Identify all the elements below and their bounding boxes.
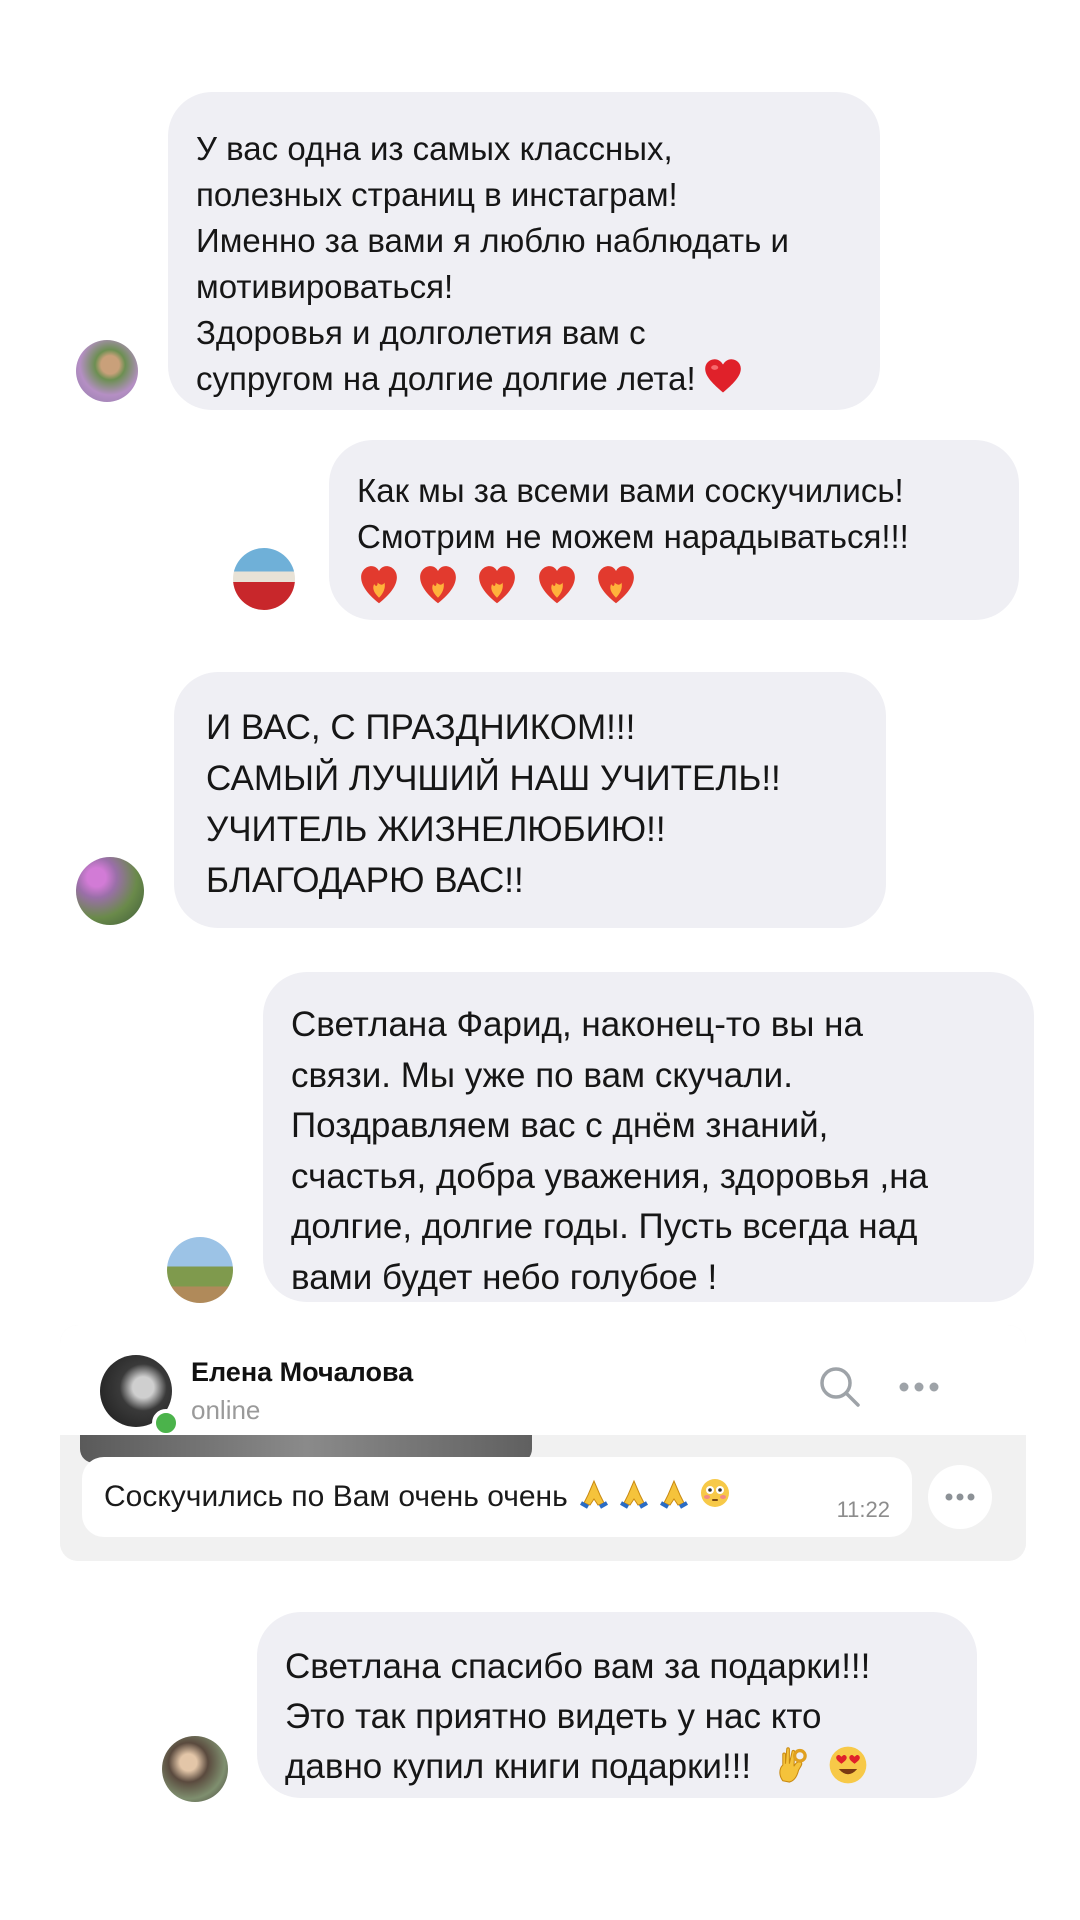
message-line: У вас одна из самых классных, xyxy=(196,130,673,167)
message-bubble: И ВАС, С ПРАЗДНИКОМ!!! САМЫЙ ЛУЧШИЙ НАШ … xyxy=(174,672,886,928)
emoji-row xyxy=(578,1477,731,1517)
message-line: супругом на долгие долгие лета! xyxy=(196,360,696,397)
message-bubble: У вас одна из самых классных, полезных с… xyxy=(168,92,880,410)
message-line: мотивироваться! xyxy=(196,268,454,305)
chat-screenshot-card: Елена Мочалова online Соскучились по Вам… xyxy=(60,1325,1026,1561)
message-line: Поздравляем вас с днём знаний, xyxy=(291,1106,829,1145)
heart-on-fire-icon xyxy=(420,566,457,604)
message-line: УЧИТЕЛЬ ЖИЗНЕЛЮБИЮ!! xyxy=(206,810,666,849)
message-bubble: Светлана спасибо вам за подарки!!! Это т… xyxy=(257,1612,977,1798)
message-text: Соскучились по Вам очень очень xyxy=(104,1480,568,1513)
avatar[interactable] xyxy=(76,340,138,402)
heart-on-fire-icon xyxy=(479,566,516,604)
heart-on-fire-icon xyxy=(597,566,634,604)
search-icon[interactable] xyxy=(818,1365,862,1409)
chat-body: Соскучились по Вам очень очень 11:22 xyxy=(60,1435,1026,1561)
message-line: Как мы за всеми вами соскучились! xyxy=(357,472,904,509)
message-line: И ВАС, С ПРАЗДНИКОМ!!! xyxy=(206,708,636,747)
more-icon xyxy=(945,1493,975,1501)
folded-hands-icon xyxy=(620,1479,649,1509)
message-actions-button[interactable] xyxy=(928,1465,992,1529)
message-line: связи. Мы уже по вам скучали. xyxy=(291,1055,793,1095)
avatar[interactable] xyxy=(162,1736,228,1802)
contact-name[interactable]: Елена Мочалова xyxy=(191,1357,413,1388)
message-line: Светлана Фарид, наконец-то вы на xyxy=(291,1005,863,1044)
message-line: Смотрим не можем нарадываться!!! xyxy=(357,518,909,555)
online-indicator xyxy=(152,1409,180,1437)
message-line: давно купил книги подарки!!! xyxy=(285,1747,752,1786)
message-line: вами будет небо голубое ! xyxy=(291,1257,718,1297)
message-line: Светлана спасибо вам за подарки!!! xyxy=(285,1647,871,1686)
message-line: счастья, добра уважения, здоровья ,на xyxy=(291,1156,929,1196)
message-line: долгие, долгие годы. Пусть всегда над xyxy=(291,1207,918,1246)
ok-hand-icon xyxy=(779,1747,807,1783)
contact-status: online xyxy=(191,1395,261,1425)
message-line: Это так приятно видеть у нас кто xyxy=(285,1697,822,1736)
chat-header: Елена Мочалова online xyxy=(60,1325,1026,1437)
flushed-face-icon xyxy=(700,1479,729,1507)
folded-hands-icon xyxy=(579,1479,608,1509)
message-line: Здоровья и долголетия вам с xyxy=(196,314,646,351)
message-line: полезных страниц в инстаграм! xyxy=(196,176,678,213)
avatar[interactable] xyxy=(233,548,295,610)
fire-hearts-row xyxy=(357,562,991,618)
avatar[interactable] xyxy=(167,1237,233,1303)
more-icon[interactable] xyxy=(898,1381,940,1393)
message-line: БЛАГОДАРЮ ВАС!! xyxy=(206,861,524,900)
message-bubble: Светлана Фарид, наконец-то вы на связи. … xyxy=(263,972,1034,1302)
red-heart-icon xyxy=(704,359,741,393)
folded-hands-icon xyxy=(660,1479,689,1509)
message-time: 11:22 xyxy=(836,1497,890,1522)
message-bubble: Как мы за всеми вами соскучились! Смотри… xyxy=(329,440,1019,620)
message-line: Именно за вами я люблю наблюдать и xyxy=(196,222,789,259)
avatar[interactable] xyxy=(76,857,144,925)
incoming-message: Соскучились по Вам очень очень 11:22 xyxy=(82,1457,912,1537)
heart-eyes-icon xyxy=(829,1746,866,1784)
message-line: САМЫЙ ЛУЧШИЙ НАШ УЧИТЕЛЬ!! xyxy=(206,759,781,798)
heart-on-fire-icon xyxy=(361,566,397,604)
heart-on-fire-icon xyxy=(538,566,575,604)
